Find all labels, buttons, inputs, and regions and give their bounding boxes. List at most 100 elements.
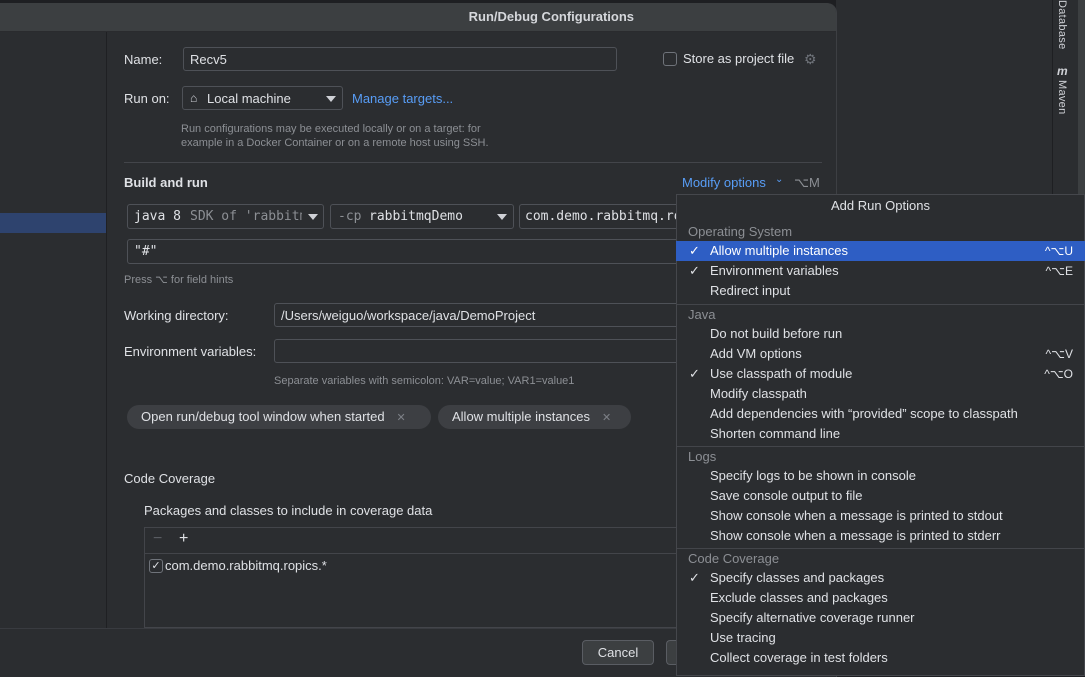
popup-option[interactable]: Specify alternative coverage runner (676, 608, 1085, 628)
close-icon[interactable]: ✕ (397, 412, 406, 424)
popup-option[interactable]: Show console when a message is printed t… (676, 506, 1085, 526)
cp-module: rabbitmqDemo (369, 209, 463, 224)
popup-option-label: Specify classes and packages (710, 570, 885, 585)
working-directory-label: Working directory: (124, 308, 229, 323)
check-icon: ✓ (689, 243, 700, 258)
popup-option-label: Environment variables (710, 263, 839, 278)
environment-variables-label: Environment variables: (124, 344, 257, 359)
modify-options-link[interactable]: Modify options (682, 175, 766, 190)
popup-option-shortcut: ^⌥E (1045, 264, 1073, 278)
run-on-label: Run on: (124, 91, 170, 106)
popup-option-label: Do not build before run (710, 326, 843, 341)
popup-option-label: Use classpath of module (710, 366, 853, 381)
popup-option-label: Save console output to file (710, 488, 863, 503)
popup-option-label: Specify alternative coverage runner (710, 610, 915, 625)
run-on-hint-2: example in a Docker Container or on a re… (181, 137, 489, 149)
popup-option-shortcut: ^⌥V (1045, 347, 1073, 361)
popup-option[interactable]: Show console when a message is printed t… (676, 526, 1085, 546)
home-icon: ⌂ (190, 91, 198, 105)
popup-option[interactable]: Specify logs to be shown in console (676, 466, 1085, 486)
coverage-entry: com.demo.rabbitmq.ropics.* (165, 558, 327, 573)
jdk-select[interactable]: java 8 SDK of 'rabbitm (127, 204, 324, 229)
cancel-button[interactable]: Cancel (582, 640, 654, 665)
side-tab-maven[interactable]: Maven (1056, 80, 1068, 115)
popup-option[interactable]: Collect coverage in test folders (676, 648, 1085, 668)
check-icon: ✓ (689, 366, 700, 381)
gear-icon[interactable]: ⚙ (804, 51, 817, 68)
coverage-list[interactable]: − + ✓ com.demo.rabbitmq.ropics.* (144, 527, 684, 628)
popup-option-shortcut: ^⌥U (1044, 244, 1073, 258)
jdk-version: java 8 (134, 209, 181, 224)
manage-targets-link[interactable]: Manage targets... (352, 91, 453, 106)
popup-group-header: Logs (688, 449, 717, 464)
store-project-label: Store as project file (683, 51, 795, 66)
popup-title: Add Run Options (830, 198, 930, 213)
chip-label: Open run/debug tool window when started (141, 409, 385, 424)
chevron-down-icon: ⌄ (775, 174, 784, 185)
dialog-title: Run/Debug Configurations (468, 9, 634, 24)
popup-option[interactable]: Exclude classes and packages (676, 588, 1085, 608)
field-hint: Press ⌥ for field hints (124, 274, 234, 286)
environment-variables-hint: Separate variables with semicolon: VAR=v… (274, 375, 575, 387)
store-project-checkbox[interactable] (663, 52, 677, 66)
environment-variables-input[interactable] (274, 339, 689, 363)
popup-group-header: Java (688, 307, 716, 322)
popup-option-label: Use tracing (710, 630, 776, 645)
classpath-module-select[interactable]: -cp rabbitmqDemo (330, 204, 514, 229)
chip-allow-multiple-instances[interactable]: Allow multiple instances ✕ (438, 405, 631, 429)
jdk-description: SDK of 'rabbitm (190, 209, 302, 224)
popup-option-label: Collect coverage in test folders (710, 650, 888, 665)
configuration-tree[interactable] (0, 32, 107, 628)
popup-option[interactable]: ✓ Environment variables ^⌥E (676, 261, 1085, 281)
run-on-select[interactable]: ⌂ Local machine (182, 86, 343, 110)
chip-label: Allow multiple instances (452, 409, 591, 424)
name-label: Name: (124, 52, 163, 67)
popup-option[interactable]: Do not build before run (676, 324, 1085, 344)
coverage-entry-checkbox[interactable]: ✓ (149, 559, 163, 573)
popup-option-label: Modify classpath (710, 386, 807, 401)
popup-option-label: Redirect input (710, 283, 791, 298)
divider (1078, 0, 1085, 195)
run-on-hint-1: Run configurations may be executed local… (181, 123, 481, 135)
program-arguments-input[interactable]: "#" (127, 239, 687, 264)
popup-option[interactable]: Add dependencies with “provided” scope t… (676, 404, 1085, 424)
minus-icon[interactable]: − (153, 530, 162, 548)
working-directory-input[interactable]: /Users/weiguo/workspace/java/DemoProject (274, 303, 689, 327)
add-icon[interactable]: + (179, 530, 188, 548)
popup-option[interactable]: Redirect input (676, 281, 1085, 301)
main-class-input[interactable]: com.demo.rabbitmq.ro (519, 204, 689, 229)
close-icon[interactable]: ✕ (602, 412, 611, 424)
chevron-down-icon (308, 214, 318, 220)
popup-group-header: Operating System (688, 224, 793, 239)
popup-option[interactable]: Shorten command line (676, 424, 1085, 444)
popup-group-header: Code Coverage (688, 551, 780, 566)
chip-open-tool-window[interactable]: Open run/debug tool window when started ✕ (127, 405, 431, 429)
popup-option-label: Allow multiple instances (710, 243, 849, 258)
popup-option[interactable]: ✓ Allow multiple instances ^⌥U (676, 241, 1085, 261)
popup-option-label: Show console when a message is printed t… (710, 528, 1001, 543)
popup-option[interactable]: ✓ Specify classes and packages (676, 568, 1085, 588)
popup-option[interactable]: ✓ Use classpath of module ^⌥O (676, 364, 1085, 384)
name-input[interactable]: Recv5 (183, 47, 617, 71)
popup-option[interactable]: Save console output to file (676, 486, 1085, 506)
divider (145, 553, 683, 554)
popup-option-label: Add VM options (710, 346, 802, 361)
build-run-heading: Build and run (124, 175, 208, 190)
modify-shortcut: ⌥M (794, 175, 820, 190)
popup-option-label: Show console when a message is printed t… (710, 508, 1003, 523)
popup-option[interactable]: Add VM options ^⌥V (676, 344, 1085, 364)
divider (677, 446, 1084, 447)
coverage-packages-label: Packages and classes to include in cover… (144, 503, 433, 518)
chevron-down-icon (326, 96, 336, 102)
popup-option-label: Specify logs to be shown in console (710, 468, 916, 483)
popup-option[interactable]: Modify classpath (676, 384, 1085, 404)
code-coverage-heading: Code Coverage (124, 471, 216, 486)
tree-selected-item[interactable] (0, 213, 106, 233)
chevron-down-icon (497, 214, 507, 220)
side-tab-database[interactable]: Database (1056, 0, 1068, 50)
divider (677, 304, 1084, 305)
check-icon: ✓ (689, 570, 700, 585)
popup-option[interactable]: Use tracing (676, 628, 1085, 648)
cp-prefix: -cp (338, 209, 362, 224)
check-icon: ✓ (689, 263, 700, 278)
